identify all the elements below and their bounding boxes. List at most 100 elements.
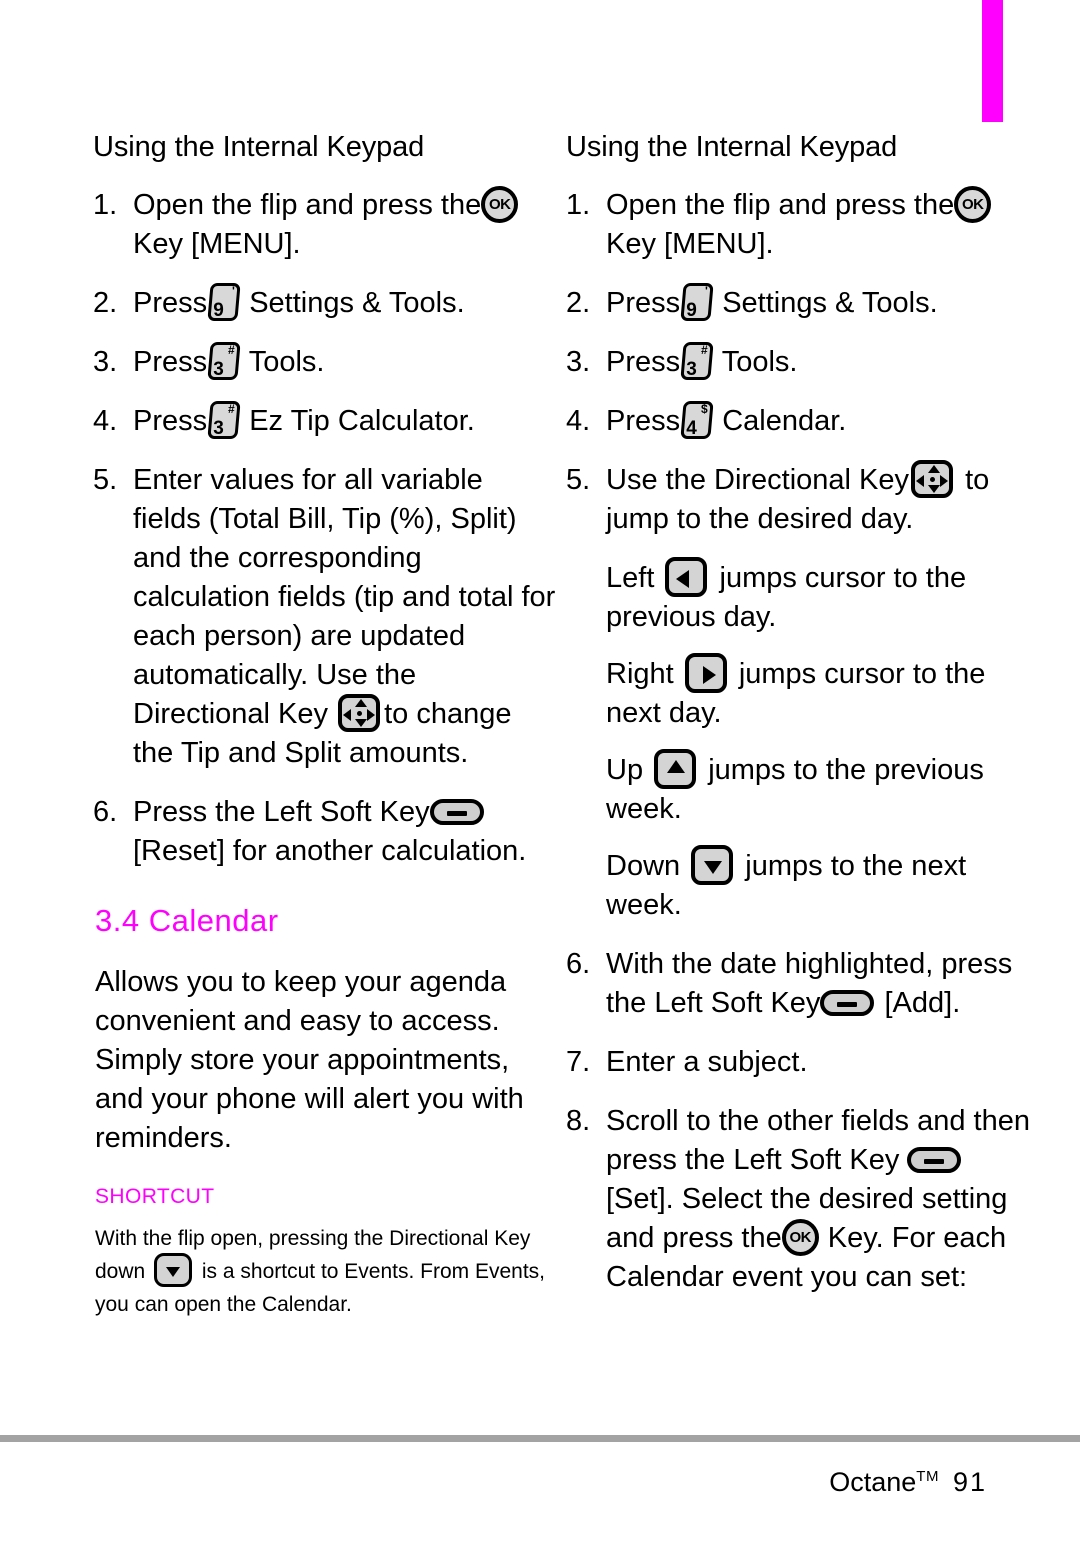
step-number: 3.	[566, 346, 591, 378]
arrow-right-glyph	[367, 709, 376, 722]
list-item: 2. Press 9 ' Settings & Tools.	[566, 283, 1031, 323]
step-text: Press	[606, 405, 681, 437]
list-item: 5. Use the Directional Key to jump to the…	[566, 460, 1031, 539]
list-item: 3. Press 3 # Tools.	[566, 342, 1031, 382]
page-number: 91	[952, 1467, 987, 1497]
left-soft-key-icon	[820, 989, 875, 1016]
step-text: Press	[606, 287, 681, 319]
step-text-after: Tools.	[248, 346, 325, 378]
arrow-up-glyph	[355, 699, 368, 708]
arrow-right-key-icon	[684, 652, 727, 693]
list-item: 4. Press 4 $ Calendar.	[566, 401, 1031, 441]
step-text: Enter a subject.	[606, 1046, 808, 1078]
right-steps-list: 1. Open the flip and press the OK Key [MEN…	[566, 185, 1031, 539]
step-number: 3.	[93, 346, 118, 378]
right-section-title: Using the Internal Keypad	[566, 131, 898, 163]
step-text: Press	[133, 346, 208, 378]
arrow-left-glyph	[916, 475, 925, 488]
page-title: 3.4 Calendar	[95, 901, 558, 941]
number-key-9-icon: 9 '	[207, 283, 241, 322]
step-number: 5.	[566, 464, 591, 496]
section-heading: Calendar	[148, 903, 279, 938]
directional-key-icon	[338, 694, 381, 733]
step-text-after: Ez Tip Calculator.	[249, 405, 475, 437]
list-item: 3. Press 3 # Tools.	[93, 342, 558, 382]
list-item: 6. With the date highlighted, press the L…	[566, 945, 1031, 1023]
key-superscript: #	[228, 343, 236, 358]
manual-page: Using the Internal Keypad 1. Open the fli…	[0, 0, 1080, 1552]
step-text-after: Key [MENU].	[606, 228, 774, 260]
key-superscript: '	[232, 284, 236, 299]
step-number: 7.	[566, 1046, 591, 1078]
direction-label: Right	[606, 658, 674, 690]
key-superscript: $	[701, 402, 709, 417]
trademark-symbol: TM	[916, 1468, 939, 1485]
arrow-right-glyph	[940, 475, 949, 488]
footer-brand: Octane	[829, 1467, 917, 1497]
center-dot-glyph	[357, 711, 363, 717]
section-body-paragraph: Allows you to keep your agenda convenien…	[95, 966, 524, 1154]
number-key-9-icon: 9 '	[680, 283, 714, 322]
ok-key-icon: OK	[781, 1218, 819, 1256]
list-item: 7. Enter a subject.	[566, 1043, 1031, 1082]
shortcut-label: SHORTCUT	[95, 1185, 215, 1208]
step-number: 8.	[566, 1105, 591, 1137]
step-text: Open the flip and press the	[606, 189, 955, 221]
arrow-left-key-icon	[665, 556, 708, 597]
left-steps-list: 1. Open the flip and press the OK Key [MEN…	[93, 185, 558, 871]
step-text-after: Settings & Tools.	[722, 287, 938, 319]
left-column: Using the Internal Keypad 1. Open the fli…	[93, 128, 558, 1321]
list-item: 1. Open the flip and press the OK Key [MEN…	[93, 185, 558, 264]
step-number: 4.	[566, 405, 591, 437]
arrow-up-key-icon	[654, 748, 697, 789]
section-number: 3.4	[95, 903, 140, 938]
step-text: Use the Directional Key	[606, 464, 910, 496]
ok-key-label: OK	[961, 195, 984, 213]
list-item: 4. Press 3 # Ez Tip Calculator.	[93, 401, 558, 441]
key-digit: 3	[213, 418, 224, 440]
step-number: 6.	[566, 948, 591, 980]
step-text: Press	[133, 405, 208, 437]
arrow-down-key-icon	[691, 844, 734, 885]
direction-note-up: Up jumps to the previous week.	[566, 748, 1031, 829]
step-text-after: Calendar.	[722, 405, 847, 437]
chapter-tab-marker	[982, 0, 1003, 122]
arrow-down-glyph	[166, 1267, 181, 1278]
step-text: Open the flip and press the	[133, 189, 482, 221]
soft-key-dash-glyph	[924, 1158, 945, 1164]
right-column: Using the Internal Keypad 1. Open the fli…	[566, 128, 1031, 1317]
step-number: 2.	[566, 287, 591, 319]
step-text-after: [Reset] for another calculation.	[133, 835, 527, 867]
arrow-down-glyph	[704, 860, 723, 874]
step-text: Press the Left Soft Key	[133, 796, 430, 828]
right-steps-list-continued: 6. With the date highlighted, press the L…	[566, 945, 1031, 1297]
key-digit: 3	[213, 359, 224, 381]
footer: OctaneTM 91	[829, 1460, 987, 1499]
direction-note-left: Left jumps cursor to the previous day.	[566, 556, 1031, 637]
step-text: Enter values for all variable fields (To…	[133, 464, 556, 730]
ok-key-label: OK	[789, 1228, 811, 1246]
soft-key-dash-glyph	[837, 1001, 858, 1007]
list-item: 1. Open the flip and press the OK Key [MEN…	[566, 185, 1031, 264]
step-number: 4.	[93, 405, 118, 437]
number-key-3-icon: 3 #	[680, 342, 714, 381]
key-digit: 9	[686, 300, 697, 322]
left-section-title: Using the Internal Keypad	[93, 131, 425, 163]
step-text: Press	[133, 287, 208, 319]
step-number: 5.	[93, 464, 118, 496]
direction-note-down: Down jumps to the next week.	[566, 844, 1031, 925]
direction-text: jumps cursor to the previous day.	[606, 562, 967, 633]
number-key-3-icon: 3 #	[207, 401, 241, 440]
footer-divider	[0, 1435, 1080, 1442]
step-number: 6.	[93, 796, 118, 828]
key-superscript: '	[705, 284, 709, 299]
step-text-after: Key [MENU].	[133, 228, 301, 260]
step-number: 1.	[93, 189, 118, 221]
left-soft-key-icon	[907, 1146, 962, 1173]
shortcut-paragraph: With the flip open, pressing the Directi…	[95, 1222, 558, 1321]
arrow-up-glyph	[667, 759, 686, 773]
soft-key-dash-glyph	[446, 810, 467, 816]
key-superscript: #	[228, 402, 236, 417]
center-dot-glyph	[930, 477, 936, 483]
number-key-3-icon: 3 #	[207, 342, 241, 381]
